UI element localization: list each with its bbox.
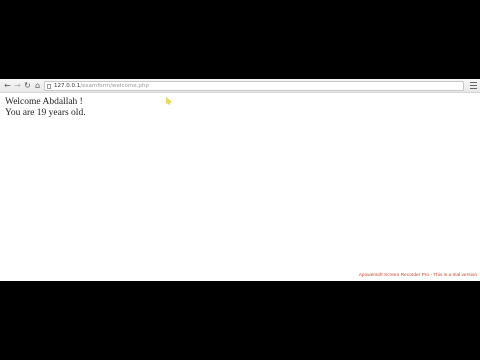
- reload-icon[interactable]: ↻: [23, 80, 32, 91]
- address-path: /examform/welcome.php: [80, 83, 149, 89]
- forward-icon[interactable]: →: [13, 80, 22, 91]
- recorder-watermark: Apowersoft Screen Recorder Pro - This is…: [358, 273, 477, 278]
- video-frame: ← → ↻ ⌂ 127.0.0.1/examform/welcome.php W…: [0, 0, 480, 360]
- welcome-text: Welcome Abdallah !: [5, 97, 83, 107]
- address-bar[interactable]: 127.0.0.1/examform/welcome.php: [44, 81, 464, 91]
- back-icon[interactable]: ←: [3, 80, 12, 91]
- mouse-cursor-icon: [166, 97, 172, 105]
- home-icon[interactable]: ⌂: [33, 80, 42, 91]
- menu-icon[interactable]: [470, 82, 477, 90]
- browser-toolbar: ← → ↻ ⌂ 127.0.0.1/examform/welcome.php: [0, 79, 480, 93]
- page-icon: [47, 83, 51, 89]
- address-host: 127.0.0.1: [54, 83, 81, 89]
- page-content: Welcome Abdallah ! You are 19 years old.: [5, 97, 86, 119]
- age-text: You are 19 years old.: [5, 108, 86, 118]
- browser-window: ← → ↻ ⌂ 127.0.0.1/examform/welcome.php W…: [0, 79, 480, 281]
